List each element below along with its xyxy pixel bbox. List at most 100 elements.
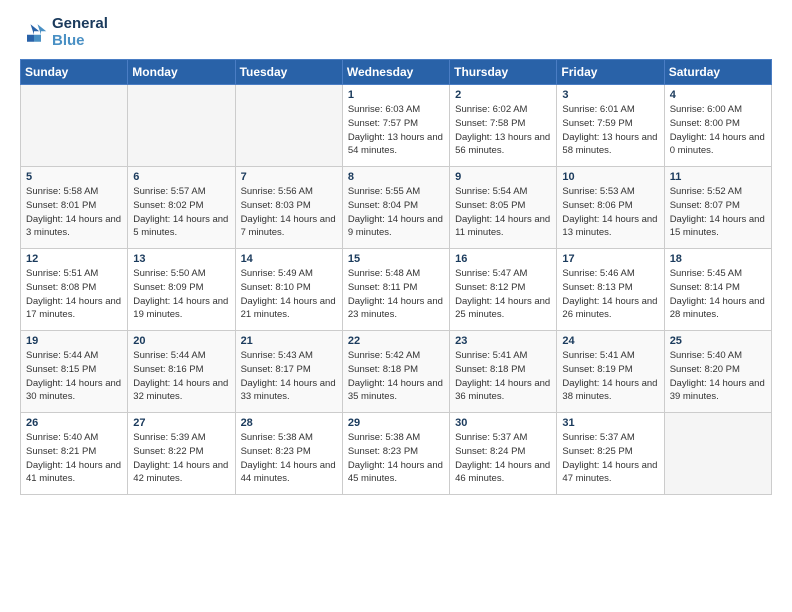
day-number: 23 <box>455 335 551 347</box>
day-number: 29 <box>348 417 444 429</box>
day-number: 17 <box>562 253 658 265</box>
day-info: Sunrise: 5:39 AMSunset: 8:22 PMDaylight:… <box>133 431 229 486</box>
calendar-cell: 15 Sunrise: 5:48 AMSunset: 8:11 PMDayligh… <box>342 249 449 331</box>
day-number: 4 <box>670 89 766 101</box>
logo-icon <box>20 19 48 47</box>
day-info: Sunrise: 5:58 AMSunset: 8:01 PMDaylight:… <box>26 185 122 240</box>
calendar-cell: 1 Sunrise: 6:03 AMSunset: 7:57 PMDaylight… <box>342 85 449 167</box>
day-info: Sunrise: 5:45 AMSunset: 8:14 PMDaylight:… <box>670 267 766 322</box>
day-info: Sunrise: 5:41 AMSunset: 8:18 PMDaylight:… <box>455 349 551 404</box>
day-info: Sunrise: 5:47 AMSunset: 8:12 PMDaylight:… <box>455 267 551 322</box>
day-number: 9 <box>455 171 551 183</box>
day-info: Sunrise: 5:51 AMSunset: 8:08 PMDaylight:… <box>26 267 122 322</box>
calendar-cell: 7 Sunrise: 5:56 AMSunset: 8:03 PMDaylight… <box>235 167 342 249</box>
day-number: 12 <box>26 253 122 265</box>
calendar-cell: 25 Sunrise: 5:40 AMSunset: 8:20 PMDayligh… <box>664 331 771 413</box>
calendar-cell: 24 Sunrise: 5:41 AMSunset: 8:19 PMDayligh… <box>557 331 664 413</box>
calendar-cell: 21 Sunrise: 5:43 AMSunset: 8:17 PMDayligh… <box>235 331 342 413</box>
day-info: Sunrise: 5:56 AMSunset: 8:03 PMDaylight:… <box>241 185 337 240</box>
calendar-cell: 2Sunrise: 6:02 AMSunset: 7:58 PMDaylight… <box>450 85 557 167</box>
day-info: Sunrise: 5:40 AMSunset: 8:21 PMDaylight:… <box>26 431 122 486</box>
day-info: Sunrise: 5:55 AMSunset: 8:04 PMDaylight:… <box>348 185 444 240</box>
day-info: Sunrise: 5:37 AMSunset: 8:24 PMDaylight:… <box>455 431 551 486</box>
weekday-header-monday: Monday <box>128 60 235 85</box>
day-info: Sunrise: 5:50 AMSunset: 8:09 PMDaylight:… <box>133 267 229 322</box>
calendar-cell: 9 Sunrise: 5:54 AMSunset: 8:05 PMDaylight… <box>450 167 557 249</box>
calendar-cell: 11 Sunrise: 5:52 AMSunset: 8:07 PMDayligh… <box>664 167 771 249</box>
weekday-header-friday: Friday <box>557 60 664 85</box>
calendar-cell: 16 Sunrise: 5:47 AMSunset: 8:12 PMDayligh… <box>450 249 557 331</box>
day-number: 18 <box>670 253 766 265</box>
day-number: 11 <box>670 171 766 183</box>
calendar-cell: 10 Sunrise: 5:53 AMSunset: 8:06 PMDayligh… <box>557 167 664 249</box>
day-number: 3 <box>562 89 658 101</box>
day-number: 20 <box>133 335 229 347</box>
day-info: Sunrise: 5:37 AMSunset: 8:25 PMDaylight:… <box>562 431 658 486</box>
calendar-cell <box>21 85 128 167</box>
day-info: Sunrise: 5:44 AMSunset: 8:15 PMDaylight:… <box>26 349 122 404</box>
calendar-cell: 20Sunrise: 5:44 AMSunset: 8:16 PMDayligh… <box>128 331 235 413</box>
calendar-cell: 14 Sunrise: 5:49 AMSunset: 8:10 PMDayligh… <box>235 249 342 331</box>
day-number: 1 <box>348 89 444 101</box>
day-number: 5 <box>26 171 122 183</box>
day-info: Sunrise: 5:46 AMSunset: 8:13 PMDaylight:… <box>562 267 658 322</box>
day-number: 14 <box>241 253 337 265</box>
logo-text: General Blue <box>52 16 108 49</box>
calendar-cell: 31 Sunrise: 5:37 AMSunset: 8:25 PMDayligh… <box>557 413 664 495</box>
weekday-header-saturday: Saturday <box>664 60 771 85</box>
calendar-cell: 5 Sunrise: 5:58 AMSunset: 8:01 PMDaylight… <box>21 167 128 249</box>
day-number: 26 <box>26 417 122 429</box>
calendar-cell: 29 Sunrise: 5:38 AMSunset: 8:23 PMDayligh… <box>342 413 449 495</box>
day-number: 19 <box>26 335 122 347</box>
day-info: Sunrise: 5:54 AMSunset: 8:05 PMDaylight:… <box>455 185 551 240</box>
day-info: Sunrise: 5:48 AMSunset: 8:11 PMDaylight:… <box>348 267 444 322</box>
day-info: Sunrise: 6:03 AMSunset: 7:57 PMDaylight:… <box>348 103 444 158</box>
day-info: Sunrise: 5:41 AMSunset: 8:19 PMDaylight:… <box>562 349 658 404</box>
weekday-header-tuesday: Tuesday <box>235 60 342 85</box>
header: General Blue <box>20 16 772 49</box>
day-number: 2 <box>455 89 551 101</box>
calendar-cell <box>235 85 342 167</box>
calendar-cell: 6Sunrise: 5:57 AMSunset: 8:02 PMDaylight… <box>128 167 235 249</box>
calendar-cell: 27 Sunrise: 5:39 AMSunset: 8:22 PMDayligh… <box>128 413 235 495</box>
day-info: Sunrise: 5:38 AMSunset: 8:23 PMDaylight:… <box>348 431 444 486</box>
calendar-cell <box>664 413 771 495</box>
calendar-cell: 12 Sunrise: 5:51 AMSunset: 8:08 PMDayligh… <box>21 249 128 331</box>
day-info: Sunrise: 5:52 AMSunset: 8:07 PMDaylight:… <box>670 185 766 240</box>
calendar-cell: 3 Sunrise: 6:01 AMSunset: 7:59 PMDaylight… <box>557 85 664 167</box>
calendar-cell: 30 Sunrise: 5:37 AMSunset: 8:24 PMDayligh… <box>450 413 557 495</box>
day-number: 13 <box>133 253 229 265</box>
day-number: 30 <box>455 417 551 429</box>
day-info: Sunrise: 5:38 AMSunset: 8:23 PMDaylight:… <box>241 431 337 486</box>
calendar-cell: 26 Sunrise: 5:40 AMSunset: 8:21 PMDayligh… <box>21 413 128 495</box>
day-number: 21 <box>241 335 337 347</box>
day-info: Sunrise: 6:00 AMSunset: 8:00 PMDaylight:… <box>670 103 766 158</box>
day-info: Sunrise: 5:40 AMSunset: 8:20 PMDaylight:… <box>670 349 766 404</box>
day-number: 8 <box>348 171 444 183</box>
day-number: 10 <box>562 171 658 183</box>
day-info: Sunrise: 5:53 AMSunset: 8:06 PMDaylight:… <box>562 185 658 240</box>
day-number: 27 <box>133 417 229 429</box>
day-number: 25 <box>670 335 766 347</box>
day-number: 15 <box>348 253 444 265</box>
day-info: Sunrise: 5:43 AMSunset: 8:17 PMDaylight:… <box>241 349 337 404</box>
day-info: Sunrise: 5:42 AMSunset: 8:18 PMDaylight:… <box>348 349 444 404</box>
logo: General Blue <box>20 16 108 49</box>
calendar-cell <box>128 85 235 167</box>
calendar-cell: 19 Sunrise: 5:44 AMSunset: 8:15 PMDayligh… <box>21 331 128 413</box>
calendar-cell: 22 Sunrise: 5:42 AMSunset: 8:18 PMDayligh… <box>342 331 449 413</box>
calendar-cell: 18 Sunrise: 5:45 AMSunset: 8:14 PMDayligh… <box>664 249 771 331</box>
calendar-cell: 28 Sunrise: 5:38 AMSunset: 8:23 PMDayligh… <box>235 413 342 495</box>
day-number: 7 <box>241 171 337 183</box>
weekday-header-sunday: Sunday <box>21 60 128 85</box>
day-number: 31 <box>562 417 658 429</box>
day-number: 28 <box>241 417 337 429</box>
day-info: Sunrise: 5:49 AMSunset: 8:10 PMDaylight:… <box>241 267 337 322</box>
weekday-header-thursday: Thursday <box>450 60 557 85</box>
day-info: Sunrise: 6:01 AMSunset: 7:59 PMDaylight:… <box>562 103 658 158</box>
calendar-cell: 4 Sunrise: 6:00 AMSunset: 8:00 PMDaylight… <box>664 85 771 167</box>
day-number: 22 <box>348 335 444 347</box>
day-number: 16 <box>455 253 551 265</box>
page: General Blue SundayMondayTuesdayWednesda… <box>0 0 792 505</box>
day-number: 24 <box>562 335 658 347</box>
